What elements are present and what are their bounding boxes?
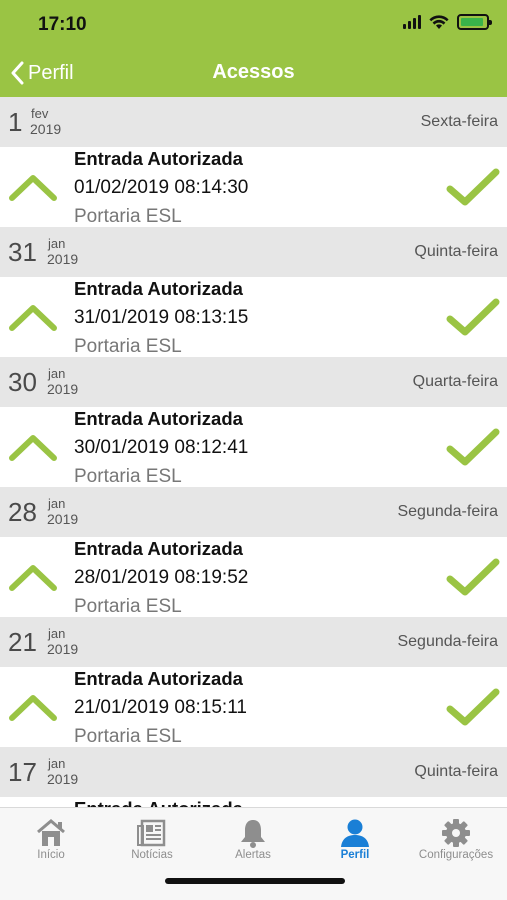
home-indicator (165, 878, 345, 884)
day-header: 31 jan2019 Quinta-feira (0, 227, 507, 277)
day-header: 17 jan2019 Quinta-feira (0, 747, 507, 797)
signal-icon (403, 15, 421, 29)
day-weekday: Sexta-feira (421, 113, 498, 131)
person-icon (339, 818, 371, 848)
day-number: 17 (8, 757, 37, 788)
day-month: jan (48, 366, 65, 381)
chevron-up-icon (8, 432, 58, 462)
day-year: 2019 (47, 251, 78, 267)
gear-icon (440, 818, 472, 848)
day-weekday: Quinta-feira (414, 763, 498, 781)
day-header: 30 jan2019 Quarta-feira (0, 357, 507, 407)
checkmark-icon (445, 167, 501, 207)
day-weekday: Quinta-feira (414, 243, 498, 261)
entry-location: Portaria ESL (74, 466, 182, 488)
tab-person[interactable]: Perfil (305, 808, 405, 868)
tab-bar: InícioNotíciasAlertasPerfilConfigurações (0, 807, 507, 900)
day-number: 1 (8, 107, 22, 138)
entry-location: Portaria ESL (74, 596, 182, 618)
day-month: jan (48, 756, 65, 771)
day-number: 31 (8, 237, 37, 268)
day-year: 2019 (30, 121, 61, 137)
newspaper-icon (136, 818, 168, 848)
entry-title: Entrada Autorizada (74, 408, 243, 430)
checkmark-icon (445, 557, 501, 597)
access-entry[interactable]: Entrada Autorizada (0, 797, 507, 807)
bell-icon (237, 818, 269, 848)
chevron-up-icon (8, 562, 58, 592)
day-weekday: Segunda-feira (397, 503, 498, 521)
access-entry[interactable]: Entrada Autorizada 21/01/2019 08:15:11 Por… (0, 667, 507, 747)
day-number: 28 (8, 497, 37, 528)
wifi-icon (429, 15, 449, 30)
entry-title: Entrada Autorizada (74, 798, 243, 807)
nav-bar: Perfil Acessos (0, 50, 507, 97)
status-time: 17:10 (38, 14, 87, 36)
chevron-up-icon (8, 172, 58, 202)
access-entry[interactable]: Entrada Autorizada 01/02/2019 08:14:30 Por… (0, 147, 507, 227)
tab-label: Alertas (203, 849, 303, 861)
day-header: 28 jan2019 Segunda-feira (0, 487, 507, 537)
day-year: 2019 (47, 771, 78, 787)
day-year: 2019 (47, 641, 78, 657)
day-month: fev (31, 106, 48, 121)
chevron-up-icon (8, 692, 58, 722)
status-bar: 17:10 (0, 0, 507, 50)
header: 17:10 Perfil Acessos (0, 0, 507, 97)
tab-label: Perfil (305, 849, 405, 861)
day-year: 2019 (47, 381, 78, 397)
entry-title: Entrada Autorizada (74, 278, 243, 300)
chevron-up-icon (8, 302, 58, 332)
checkmark-icon (445, 687, 501, 727)
entry-location: Portaria ESL (74, 206, 182, 228)
entry-datetime: 31/01/2019 08:13:15 (74, 307, 248, 329)
entry-location: Portaria ESL (74, 726, 182, 748)
day-month: jan (48, 496, 65, 511)
entry-datetime: 28/01/2019 08:19:52 (74, 567, 248, 589)
home-icon (35, 818, 67, 848)
tab-label: Notícias (102, 849, 202, 861)
day-weekday: Segunda-feira (397, 633, 498, 651)
access-entry[interactable]: Entrada Autorizada 30/01/2019 08:12:41 Por… (0, 407, 507, 487)
day-header: 21 jan2019 Segunda-feira (0, 617, 507, 667)
entry-title: Entrada Autorizada (74, 668, 243, 690)
day-number: 30 (8, 367, 37, 398)
entry-title: Entrada Autorizada (74, 148, 243, 170)
day-month: jan (48, 626, 65, 641)
entry-datetime: 21/01/2019 08:15:11 (74, 697, 247, 719)
day-header: 1 fev2019 Sexta-feira (0, 97, 507, 147)
tab-home[interactable]: Início (1, 808, 101, 868)
battery-icon (457, 14, 489, 30)
tab-label: Configurações (406, 849, 506, 861)
day-month: jan (48, 236, 65, 251)
page-title: Acessos (0, 61, 507, 84)
checkmark-icon (445, 297, 501, 337)
entry-datetime: 30/01/2019 08:12:41 (74, 437, 248, 459)
access-entry[interactable]: Entrada Autorizada 28/01/2019 08:19:52 Por… (0, 537, 507, 617)
day-year: 2019 (47, 511, 78, 527)
day-number: 21 (8, 627, 37, 658)
access-entry[interactable]: Entrada Autorizada 31/01/2019 08:13:15 Por… (0, 277, 507, 357)
tab-newspaper[interactable]: Notícias (102, 808, 202, 868)
day-weekday: Quarta-feira (413, 373, 498, 391)
entry-title: Entrada Autorizada (74, 538, 243, 560)
tab-gear[interactable]: Configurações (406, 808, 506, 868)
entry-location: Portaria ESL (74, 336, 182, 358)
entry-datetime: 01/02/2019 08:14:30 (74, 177, 248, 199)
checkmark-icon (445, 427, 501, 467)
status-icons (403, 14, 489, 30)
tab-bell[interactable]: Alertas (203, 808, 303, 868)
access-list[interactable]: 1fev2019Sexta-feiraEntrada Autorizada01/… (0, 97, 507, 807)
tab-label: Início (1, 849, 101, 861)
